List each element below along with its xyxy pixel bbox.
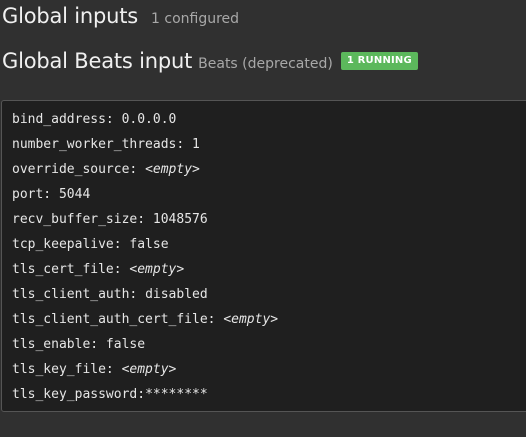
- config-key: tls_client_auth:: [12, 287, 146, 302]
- config-list: bind_address: 0.0.0.0 number_worker_thre…: [2, 101, 526, 410]
- config-line-recv-buffer-size: recv_buffer_size: 1048576: [12, 210, 526, 235]
- config-value: false: [105, 337, 146, 352]
- config-line-tls-key-password: tls_key_password:********: [12, 385, 526, 410]
- config-value: <empty>: [129, 262, 185, 277]
- config-key: recv_buffer_size:: [12, 212, 153, 227]
- config-key: tls_cert_file:: [12, 262, 130, 277]
- input-title: Global Beats input: [2, 49, 193, 73]
- config-value: 1048576: [152, 212, 208, 227]
- config-value: ********: [145, 387, 208, 402]
- config-key: override_source:: [12, 162, 146, 177]
- config-line-tcp-keepalive: tcp_keepalive: false: [12, 235, 526, 260]
- config-line-tls-client-auth: tls_client_auth: disabled: [12, 285, 526, 310]
- config-line-port: port: 5044: [12, 185, 526, 210]
- config-key: port:: [12, 187, 59, 202]
- config-line-override-source: override_source: <empty>: [12, 160, 526, 185]
- config-value: 1: [192, 137, 200, 152]
- config-key: bind_address:: [12, 112, 122, 127]
- config-value: <empty>: [223, 312, 279, 327]
- config-line-tls-client-auth-cert-file: tls_client_auth_cert_file: <empty>: [12, 310, 526, 335]
- config-key: number_worker_threads:: [12, 137, 193, 152]
- config-value: 0.0.0.0: [121, 112, 177, 127]
- section-header: Global inputs 1 configured: [2, 4, 239, 28]
- input-header: Global Beats input Beats (deprecated) 1 …: [2, 49, 418, 73]
- config-line-bind-address: bind_address: 0.0.0.0: [12, 110, 526, 135]
- config-key: tcp_keepalive:: [12, 237, 130, 252]
- config-line-tls-key-file: tls_key_file: <empty>: [12, 360, 526, 385]
- config-line-tls-enable: tls_enable: false: [12, 335, 526, 360]
- config-key: tls_enable:: [12, 337, 106, 352]
- input-config-panel: bind_address: 0.0.0.0 number_worker_thre…: [1, 100, 526, 412]
- config-value: <empty>: [121, 362, 177, 377]
- configured-count: 1 configured: [151, 11, 240, 27]
- config-line-tls-cert-file: tls_cert_file: <empty>: [12, 260, 526, 285]
- config-line-number-worker-threads: number_worker_threads: 1: [12, 135, 526, 160]
- config-value: <empty>: [145, 162, 200, 177]
- config-key: tls_key_file:: [12, 362, 122, 377]
- config-key: tls_client_auth_cert_file:: [12, 312, 224, 327]
- input-type: Beats (deprecated): [198, 56, 333, 72]
- status-badge[interactable]: 1 RUNNING: [340, 52, 418, 70]
- global-inputs-page: Global inputs 1 configured Global Beats …: [0, 0, 526, 437]
- config-value: false: [129, 237, 169, 252]
- config-value: 5044: [58, 187, 91, 202]
- section-title: Global inputs: [2, 4, 139, 28]
- config-key: tls_key_password:: [12, 387, 146, 402]
- config-value: disabled: [145, 287, 208, 302]
